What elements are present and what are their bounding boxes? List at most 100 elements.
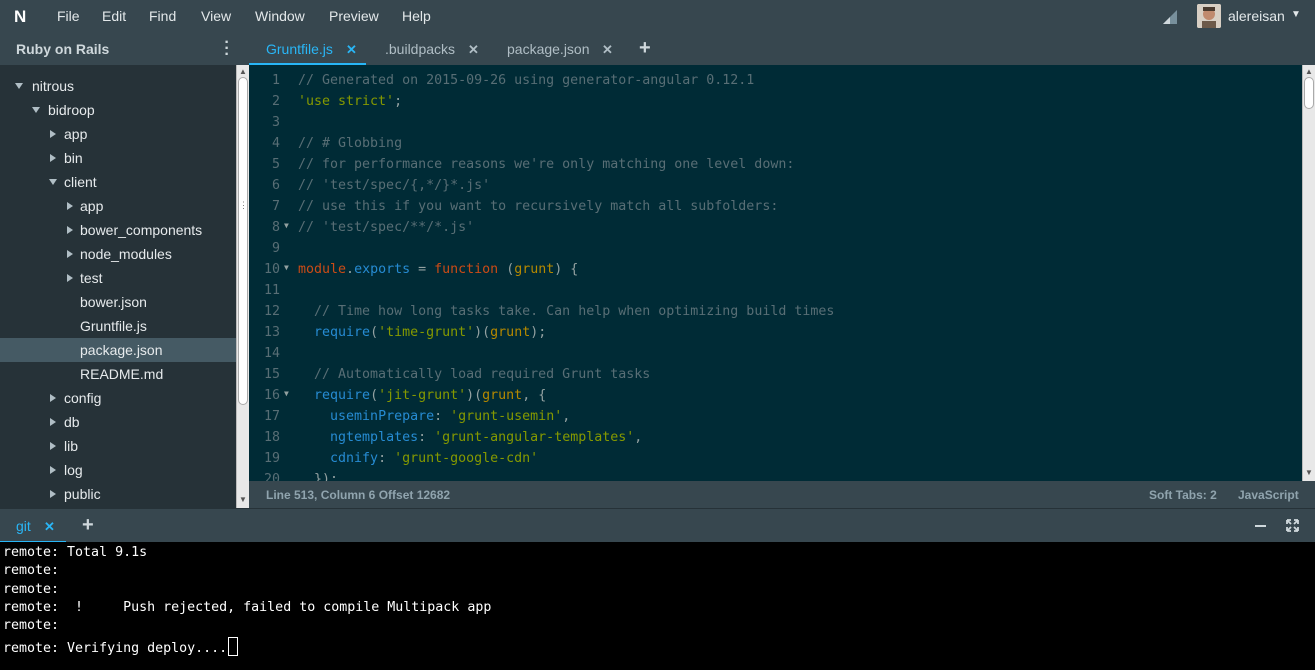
code-text: // # Globbing: [298, 136, 402, 151]
terminal-tab-git[interactable]: git ✕: [0, 509, 66, 543]
chevron-right-icon[interactable]: [67, 250, 73, 258]
menu-window[interactable]: Window: [255, 8, 305, 24]
scrollbar-thumb[interactable]: [238, 77, 248, 405]
code-line[interactable]: 11: [249, 281, 1302, 302]
code-line[interactable]: 18 ngtemplates: 'grunt-angular-templates…: [249, 428, 1302, 449]
tree-folder-item[interactable]: client: [0, 170, 236, 194]
code-line[interactable]: 17 useminPrepare: 'grunt-usemin',: [249, 407, 1302, 428]
file-tree-scrollbar[interactable]: ▲ ⋮ ▼: [236, 65, 249, 508]
menu-preview[interactable]: Preview: [329, 8, 379, 24]
tree-folder-item[interactable]: public: [0, 482, 236, 506]
fold-toggle-icon[interactable]: ▼: [284, 221, 289, 230]
tree-item-label: public: [64, 486, 101, 502]
code-line[interactable]: 4 // # Globbing: [249, 134, 1302, 155]
chevron-down-icon[interactable]: [49, 179, 57, 185]
code-token: :: [434, 409, 451, 424]
tab-buildpacks[interactable]: .buildpacks ✕: [374, 33, 484, 65]
tree-folder-item[interactable]: bower_components: [0, 218, 236, 242]
code-line[interactable]: 14: [249, 344, 1302, 365]
tree-folder-item[interactable]: bidroop: [0, 98, 236, 122]
code-line[interactable]: 13 require('time-grunt')(grunt);: [249, 323, 1302, 344]
resize-grip-icon[interactable]: ⋮: [239, 200, 248, 211]
tree-folder-item[interactable]: app: [0, 194, 236, 218]
tree-folder-item[interactable]: log: [0, 458, 236, 482]
fold-toggle-icon[interactable]: ▼: [284, 389, 289, 398]
code-line[interactable]: 1 // Generated on 2015-09-26 using genera…: [249, 71, 1302, 92]
tree-file-item[interactable]: bower.json: [0, 290, 236, 314]
code-line[interactable]: 6 // 'test/spec/{,*/}*.js': [249, 176, 1302, 197]
tree-folder-item[interactable]: node_modules: [0, 242, 236, 266]
tree-folder-item[interactable]: db: [0, 410, 236, 434]
tab-package-json[interactable]: package.json ✕: [494, 33, 619, 65]
chevron-down-icon[interactable]: [15, 83, 23, 89]
chevron-down-icon[interactable]: ▼: [1291, 9, 1301, 20]
maximize-icon[interactable]: [1286, 519, 1299, 532]
tab-label: package.json: [507, 41, 590, 57]
tree-folder-item[interactable]: bin: [0, 146, 236, 170]
tree-file-item[interactable]: README.md: [0, 362, 236, 386]
code-line[interactable]: 15 // Automatically load required Grunt …: [249, 365, 1302, 386]
terminal-output[interactable]: remote: Total 9.1s remote: remote: remote: …: [0, 542, 1315, 670]
scroll-down-icon[interactable]: ▼: [239, 495, 247, 504]
tab-gruntfile[interactable]: Gruntfile.js ✕: [249, 33, 366, 65]
tree-file-item[interactable]: Gruntfile.js: [0, 314, 236, 338]
scroll-down-icon[interactable]: ▼: [1305, 468, 1313, 477]
menu-file[interactable]: File: [57, 8, 80, 24]
code-line[interactable]: 3: [249, 113, 1302, 134]
chevron-right-icon[interactable]: [50, 490, 56, 498]
avatar[interactable]: [1197, 4, 1221, 28]
indent-setting[interactable]: Soft Tabs: 2: [1149, 488, 1217, 502]
close-icon[interactable]: ✕: [602, 42, 613, 58]
code-line[interactable]: 16 ▼ require('jit-grunt')(grunt, {: [249, 386, 1302, 407]
chevron-right-icon[interactable]: [50, 442, 56, 450]
fold-toggle-icon[interactable]: ▼: [284, 263, 289, 272]
code-line[interactable]: 8 ▼ // 'test/spec/**/*.js': [249, 218, 1302, 239]
menu-view[interactable]: View: [201, 8, 231, 24]
line-number: 4: [271, 136, 280, 151]
tree-item-label: test: [80, 270, 103, 286]
close-icon[interactable]: ✕: [346, 42, 357, 58]
menu-find[interactable]: Find: [149, 8, 176, 24]
chevron-down-icon[interactable]: [32, 107, 40, 113]
menu-help[interactable]: Help: [402, 8, 431, 24]
code-line[interactable]: 10 ▼ module.exports = function (grunt) {: [249, 260, 1302, 281]
chevron-right-icon[interactable]: [50, 394, 56, 402]
editor-scrollbar[interactable]: ▲ ▼: [1302, 65, 1315, 481]
chevron-right-icon[interactable]: [50, 466, 56, 474]
chevron-right-icon[interactable]: [67, 226, 73, 234]
code-token: :: [378, 451, 395, 466]
chevron-right-icon[interactable]: [50, 418, 56, 426]
add-tab-icon[interactable]: +: [639, 37, 651, 60]
scroll-up-icon[interactable]: ▲: [1305, 67, 1313, 76]
close-icon[interactable]: ✕: [468, 42, 479, 58]
chevron-right-icon[interactable]: [67, 274, 73, 282]
code-line[interactable]: 19 cdnify: 'grunt-google-cdn': [249, 449, 1302, 470]
menu-edit[interactable]: Edit: [102, 8, 126, 24]
scroll-up-icon[interactable]: ▲: [239, 67, 247, 76]
code-line[interactable]: 20 });: [249, 470, 1302, 481]
tree-folder-item[interactable]: test: [0, 266, 236, 290]
tree-folder-item[interactable]: config: [0, 386, 236, 410]
code-line[interactable]: 5 // for performance reasons we're only m…: [249, 155, 1302, 176]
add-terminal-icon[interactable]: +: [82, 514, 94, 537]
close-icon[interactable]: ✕: [44, 519, 55, 535]
minimize-icon[interactable]: [1255, 525, 1266, 527]
chevron-right-icon[interactable]: [67, 202, 73, 210]
code-line[interactable]: 2 'use strict';: [249, 92, 1302, 113]
tree-file-item[interactable]: package.json: [0, 338, 236, 362]
tree-item-label: log: [64, 462, 83, 478]
code-line[interactable]: 9: [249, 239, 1302, 260]
language-mode[interactable]: JavaScript: [1238, 488, 1299, 502]
scrollbar-thumb[interactable]: [1304, 77, 1314, 109]
tree-folder-item[interactable]: app: [0, 122, 236, 146]
chevron-right-icon[interactable]: [50, 130, 56, 138]
code-line[interactable]: 12 // Time how long tasks take. Can help…: [249, 302, 1302, 323]
code-line[interactable]: 7 // use this if you want to recursively …: [249, 197, 1302, 218]
code-editor[interactable]: 1 // Generated on 2015-09-26 using genera…: [249, 65, 1302, 481]
tree-folder-item[interactable]: lib: [0, 434, 236, 458]
more-options-icon[interactable]: · · ·: [220, 35, 234, 63]
username[interactable]: alereisan: [1228, 8, 1285, 24]
tree-folder-item[interactable]: nitrous: [0, 74, 236, 98]
chevron-right-icon[interactable]: [50, 154, 56, 162]
